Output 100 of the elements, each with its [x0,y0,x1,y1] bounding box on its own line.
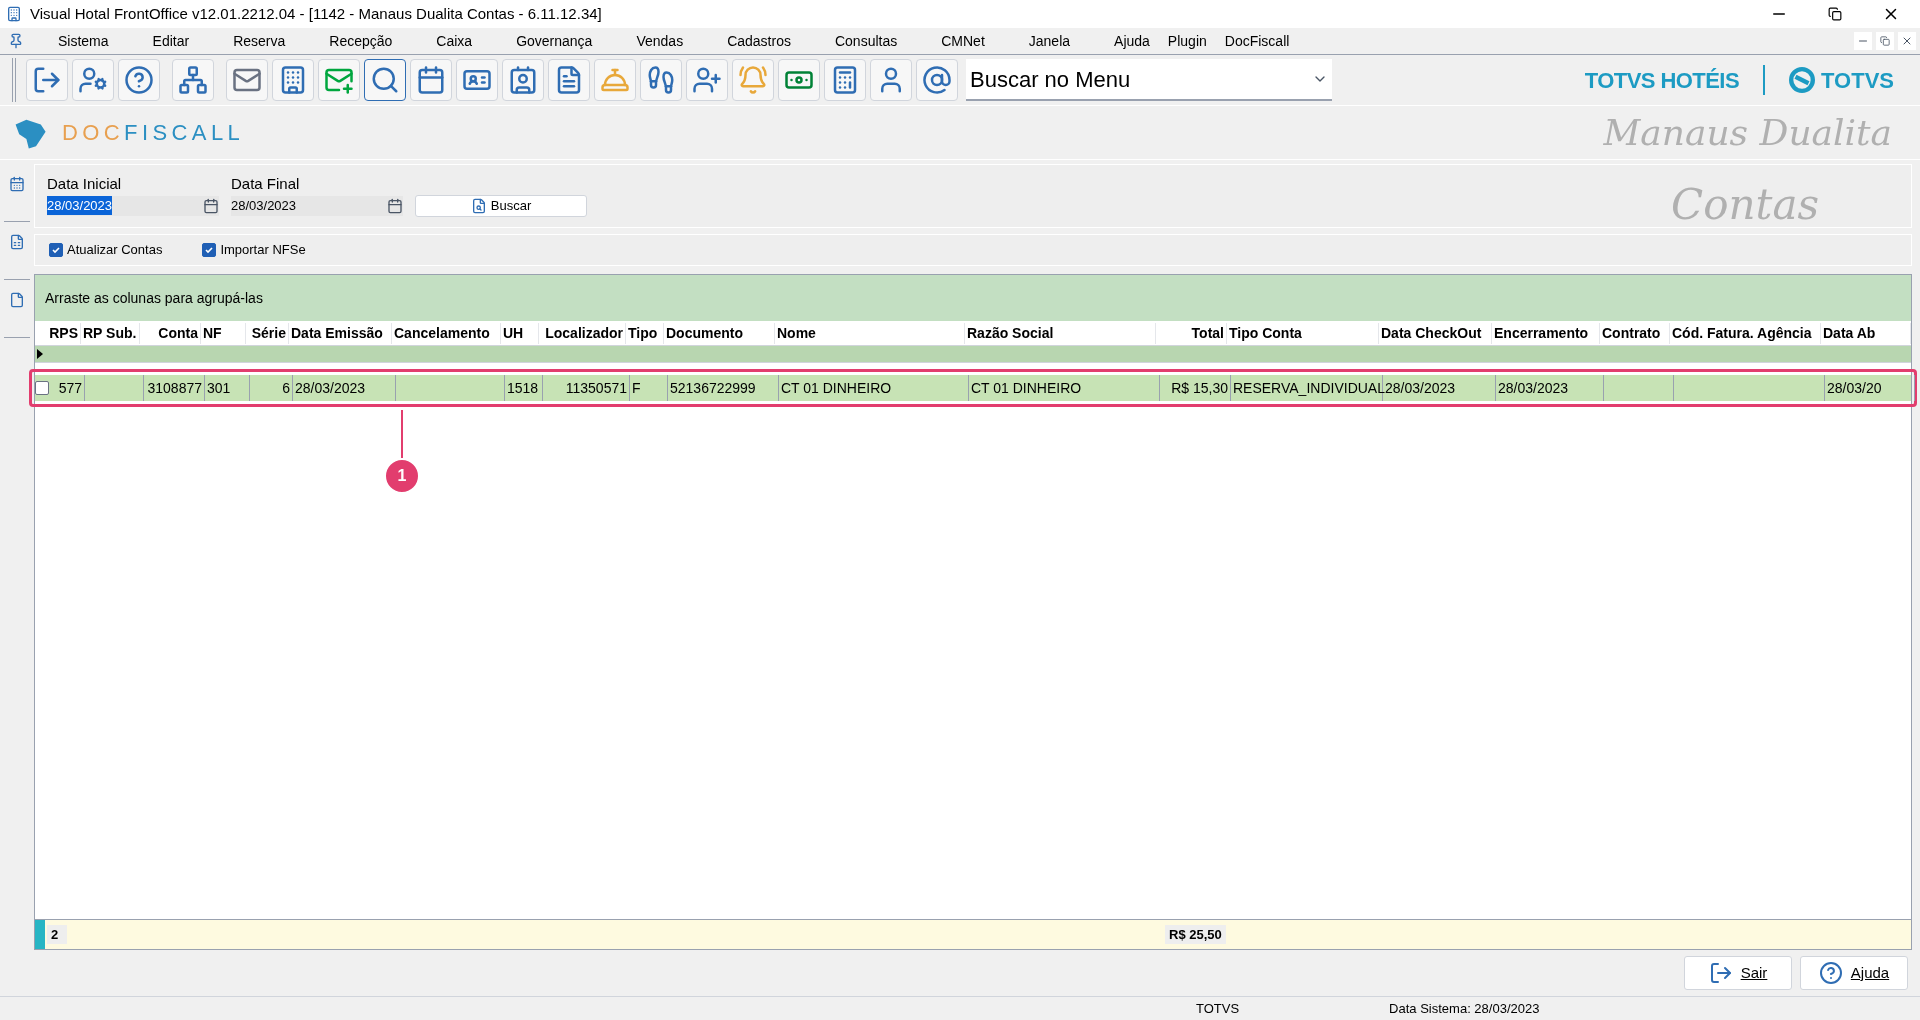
menu-item[interactable]: DocFiscall [1224,30,1290,52]
calendar-button[interactable] [410,59,452,101]
search-button[interactable]: Buscar [415,195,587,217]
exit-button[interactable] [26,59,68,101]
search-icon [370,65,400,95]
app-icon [6,6,22,22]
id-card-button[interactable] [456,59,498,101]
checkbox[interactable] [35,381,49,395]
column-header[interactable]: NF [201,322,246,344]
help-button[interactable]: Ajuda [1800,956,1908,990]
pin-icon[interactable] [8,33,24,49]
contact-card-button[interactable] [502,59,544,101]
column-header[interactable]: Documento [664,322,775,344]
close-icon[interactable] [1898,32,1916,50]
column-header[interactable]: Encerramento [1492,322,1600,344]
date-field[interactable]: 28/03/2023 [47,195,219,216]
exit-icon [32,65,62,95]
table-cell: CT 01 DINHEIRO [779,375,969,401]
help-icon [124,65,154,95]
row-count: 2 [47,924,67,945]
table-cell: CT 01 DINHEIRO [969,375,1160,401]
bell-ring-icon [738,65,768,95]
menu-item[interactable]: Plugin [1167,30,1207,52]
help-button[interactable] [118,59,160,101]
person-button[interactable] [870,59,912,101]
menu-item[interactable]: Cadastros [727,30,791,52]
column-header[interactable]: Série [246,322,289,344]
mail-button[interactable] [226,59,268,101]
document-icon [9,234,25,250]
brand-logo: TOTVS HOTÉIS [1584,66,1740,95]
sitemap-button[interactable] [172,59,214,101]
column-header[interactable]: RP Sub. [81,322,140,344]
menu-item[interactable]: Governança [516,30,593,52]
menu-search-field[interactable]: Buscar no Menu [966,59,1332,101]
document-icon [9,176,25,192]
column-header[interactable]: Cód. Fatura. Agência [1670,322,1821,344]
table-cell: 301 [205,375,250,401]
menu-item[interactable]: Reserva [233,30,286,52]
table-cell: 28/03/2023 [293,375,396,401]
table-cell: 3108877 [144,375,205,401]
calendar-icon[interactable] [387,197,403,214]
report-button[interactable] [548,59,590,101]
exit-button[interactable]: Sair [1684,956,1792,990]
user-gear-button[interactable] [72,59,114,101]
footprints-button[interactable] [640,59,682,101]
date-field[interactable]: 28/03/2023 [231,195,403,216]
user-plus-button[interactable] [686,59,728,101]
menu-item[interactable]: Recepção [329,30,393,52]
column-header[interactable]: Data CheckOut [1379,322,1492,344]
column-header[interactable]: Tipo Conta [1227,322,1379,344]
help-icon [1818,961,1843,985]
checkbox-label: Importar NFSe [220,241,306,260]
group-panel: Arraste as colunas para agrupá-las [35,275,1911,321]
search-button[interactable] [364,59,406,101]
menu-item[interactable]: CMNet [941,30,985,52]
menu-item[interactable]: Sistema [58,30,109,52]
cash-register-button[interactable] [824,59,866,101]
column-header[interactable]: Data Ab [1821,322,1911,344]
column-header[interactable]: Localizador [539,322,626,344]
table-cell: 577 [49,375,85,401]
table-cell: 52136722999 [668,375,779,401]
address-book-button[interactable] [916,59,958,101]
menu-item[interactable]: Consultas [834,30,898,52]
mail-send-button[interactable] [318,59,360,101]
exit-icon [1708,961,1733,985]
footprints-icon [646,65,676,95]
column-header[interactable]: Razão Social [965,322,1156,344]
status-text: Data Sistema: 28/03/2023 [1389,999,1540,1018]
column-header[interactable]: UH [501,322,539,344]
user-gear-icon [78,65,108,95]
sitemap-icon [178,65,208,95]
table-cell: 28/03/2023 [1383,375,1496,401]
checkbox[interactable] [49,243,63,257]
screen-title: Contas [1671,179,1819,231]
menu-item[interactable]: Vendas [636,30,684,52]
money-window-button[interactable] [778,59,820,101]
column-header[interactable]: Nome [775,322,965,344]
column-header[interactable]: Conta [140,322,201,344]
menu-item[interactable]: Janela [1028,30,1071,52]
company-logo: TOTVS [1821,66,1894,95]
column-header[interactable]: Cancelamento [392,322,501,344]
checkbox-label: Atualizar Contas [67,241,163,260]
column-header[interactable]: Contrato [1600,322,1670,344]
totvs-logo-icon [1789,67,1816,93]
building-button[interactable] [272,59,314,101]
column-header[interactable]: Data Emissão [289,322,392,344]
user-plus-icon [692,65,722,95]
restore-icon[interactable] [1828,7,1842,21]
menu-item[interactable]: Ajuda [1114,30,1150,52]
checkbox[interactable] [202,243,217,257]
menu-item[interactable]: Editar [152,30,190,52]
column-header[interactable]: Total [1156,322,1227,344]
column-header[interactable]: RPS [45,322,81,344]
column-header[interactable]: Tipo [626,322,664,344]
checkmark-icon [204,245,215,255]
document-search-icon [470,198,487,214]
field-label: Data Inicial [47,174,123,194]
document-icon [9,292,25,308]
calendar-icon[interactable] [203,197,219,214]
menu-item[interactable]: Caixa [436,30,473,52]
